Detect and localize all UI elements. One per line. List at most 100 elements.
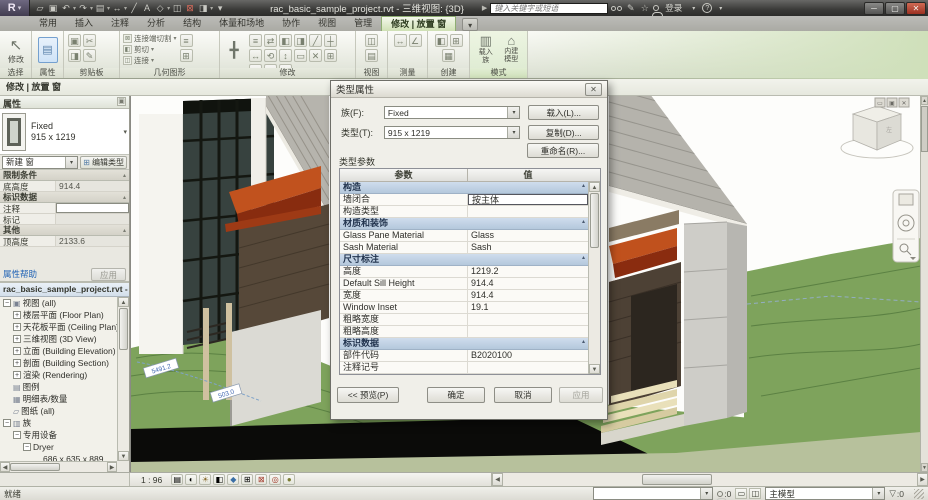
- edit-type-button[interactable]: ⊞ 编辑类型: [80, 155, 127, 169]
- parameter-group[interactable]: 材质和装饰 ▴: [340, 218, 588, 230]
- editable-only-icon[interactable]: ▭: [735, 488, 748, 499]
- detail-line-icon[interactable]: ╱: [128, 3, 140, 14]
- navigation-bar[interactable]: [892, 189, 920, 263]
- browser-item[interactable]: + 三维视图 (3D View): [0, 333, 117, 345]
- parameter-group[interactable]: 尺寸标注 ▴: [340, 254, 588, 266]
- model-inplace-button[interactable]: ⌂ 内建 模型: [500, 33, 524, 65]
- split-with-gap-icon[interactable]: ┼: [324, 34, 337, 47]
- cope-menu[interactable]: ⊠ 连接端切割 ▾: [123, 33, 177, 44]
- parameter-value[interactable]: [468, 362, 588, 373]
- delete-icon[interactable]: ✕: [309, 49, 322, 62]
- table-scrollbar[interactable]: ▲ ▼: [588, 182, 600, 374]
- modify-tool-button[interactable]: ↖ 修改: [3, 33, 29, 67]
- type-selector[interactable]: Fixed 915 x 1219 ▾: [0, 109, 129, 155]
- cut-icon[interactable]: ✂: [83, 34, 96, 47]
- tab-home[interactable]: 常用: [30, 16, 66, 31]
- print-icon-arrow[interactable]: ▾: [107, 5, 110, 12]
- scroll-thumb[interactable]: [119, 308, 128, 350]
- canvas-horizontal-scrollbar[interactable]: ◀ ▶: [492, 473, 928, 486]
- browser-item[interactable]: ▱ 图纸 (all): [0, 405, 117, 417]
- help-icon[interactable]: ?: [702, 3, 713, 13]
- undo-icon-arrow[interactable]: ▾: [73, 5, 76, 12]
- reveal-hidden-elements-icon[interactable]: ●: [283, 474, 296, 485]
- type-selector-arrow-icon[interactable]: ▾: [123, 128, 127, 136]
- canvas-vertical-scrollbar[interactable]: ▲ ▼: [920, 96, 928, 472]
- cancel-button[interactable]: 取消: [494, 387, 552, 403]
- parameter-value[interactable]: [468, 206, 588, 217]
- default-3d-view-icon-arrow[interactable]: ▾: [167, 5, 170, 12]
- parameter-group[interactable]: 构造 ▴: [340, 182, 588, 194]
- communication-icon[interactable]: ☆: [639, 3, 650, 14]
- tab-annotate[interactable]: 注释: [102, 16, 138, 31]
- match-type-icon[interactable]: ✎: [83, 49, 96, 62]
- tab-manage[interactable]: 管理: [345, 16, 381, 31]
- shadows-icon[interactable]: ◧: [213, 474, 226, 485]
- scroll-thumb[interactable]: [10, 463, 60, 471]
- switch-windows-icon-arrow[interactable]: ▾: [210, 5, 213, 12]
- qat-customize-icon[interactable]: ▾: [214, 3, 226, 14]
- collapse-icon[interactable]: ▴: [123, 227, 126, 234]
- crop-view-icon[interactable]: ⊞: [241, 474, 254, 485]
- browser-item[interactable]: − ▥ 族: [0, 417, 117, 429]
- main-model-combo[interactable]: 主模型 ▾: [765, 487, 886, 500]
- browser-item[interactable]: − Dryer: [0, 441, 117, 453]
- parameter-value[interactable]: 19.1: [468, 302, 588, 313]
- browser-item[interactable]: + 剖面 (Building Section): [0, 357, 117, 369]
- scroll-left-icon[interactable]: ◀: [492, 473, 503, 486]
- help-arrow-icon[interactable]: ▾: [715, 5, 726, 12]
- expander-icon[interactable]: −: [3, 299, 11, 307]
- scale-icon[interactable]: ▭: [294, 49, 307, 62]
- close-hidden-icon[interactable]: ◫: [365, 34, 378, 47]
- text-icon[interactable]: A: [141, 3, 153, 13]
- mirror-draw-axis-icon[interactable]: ◨: [294, 34, 307, 47]
- browser-item[interactable]: 686 x 635 x 889: [0, 453, 117, 461]
- scroll-up-icon[interactable]: ▲: [921, 96, 928, 105]
- section-icon[interactable]: ◫: [171, 3, 183, 14]
- switch-windows-icon[interactable]: ▤: [365, 49, 378, 62]
- create-assembly-icon[interactable]: ▦: [442, 49, 455, 62]
- search-expand-icon[interactable]: ▶: [482, 4, 487, 12]
- post[interactable]: [226, 303, 232, 400]
- measure-icon[interactable]: ↔: [111, 3, 123, 13]
- property-value[interactable]: [56, 203, 129, 213]
- close-button[interactable]: ✕: [906, 1, 926, 15]
- beam-cope-icon[interactable]: ≡: [179, 34, 193, 47]
- cut-menu[interactable]: ◧ 剪切 ▾: [123, 44, 177, 55]
- resize-grip[interactable]: [914, 488, 924, 499]
- editing-requests[interactable]: :0: [716, 489, 731, 500]
- detail-level-icon[interactable]: ▤: [171, 474, 184, 485]
- worksets-icon[interactable]: ◫: [749, 488, 762, 499]
- load-family-button[interactable]: ▥ 载入 族: [474, 33, 498, 65]
- tab-collaborate[interactable]: 协作: [273, 16, 309, 31]
- apply-button[interactable]: 应用: [90, 267, 126, 281]
- browser-horizontal-scrollbar[interactable]: ◀ ▶: [0, 461, 117, 472]
- value-column-header[interactable]: 值: [468, 169, 588, 181]
- type-properties-button[interactable]: ▤: [37, 37, 58, 63]
- user-icon[interactable]: [652, 5, 664, 17]
- expander-icon[interactable]: +: [13, 359, 21, 367]
- scroll-right-icon[interactable]: ▶: [917, 473, 928, 486]
- scroll-thumb[interactable]: [642, 474, 712, 485]
- measure-between-refs-icon[interactable]: ↔: [393, 34, 407, 47]
- rename-button[interactable]: 重命名(R)...: [527, 143, 599, 158]
- signin-link[interactable]: 登录: [665, 2, 682, 14]
- properties-help-link[interactable]: 属性帮助: [3, 268, 37, 280]
- split-element-icon[interactable]: ╱: [309, 34, 322, 47]
- filter-combo[interactable]: 新建 窗 ▾: [2, 155, 79, 169]
- scroll-down-icon[interactable]: ▼: [589, 364, 600, 374]
- dialog-close-button[interactable]: ✕: [585, 82, 602, 96]
- parameter-value[interactable]: 按主体: [468, 194, 588, 205]
- duplicate-button[interactable]: 复制(D)...: [528, 125, 599, 140]
- load-button[interactable]: 载入(L)...: [528, 105, 599, 120]
- parameter-value[interactable]: B2020100: [468, 350, 588, 361]
- browser-item[interactable]: + 渲染 (Rendering): [0, 369, 117, 381]
- design-option-combo[interactable]: ▾: [593, 487, 714, 500]
- minimize-button[interactable]: ─: [864, 1, 884, 15]
- expander-icon[interactable]: −: [3, 419, 11, 427]
- search-input[interactable]: [490, 2, 609, 14]
- white-wall[interactable]: [139, 114, 183, 354]
- expander-icon[interactable]: +: [13, 335, 21, 343]
- restore-button[interactable]: ▢: [885, 1, 905, 15]
- close-inactive-windows-icon[interactable]: ⊠: [184, 3, 196, 14]
- scroll-down-icon[interactable]: ▼: [118, 451, 129, 461]
